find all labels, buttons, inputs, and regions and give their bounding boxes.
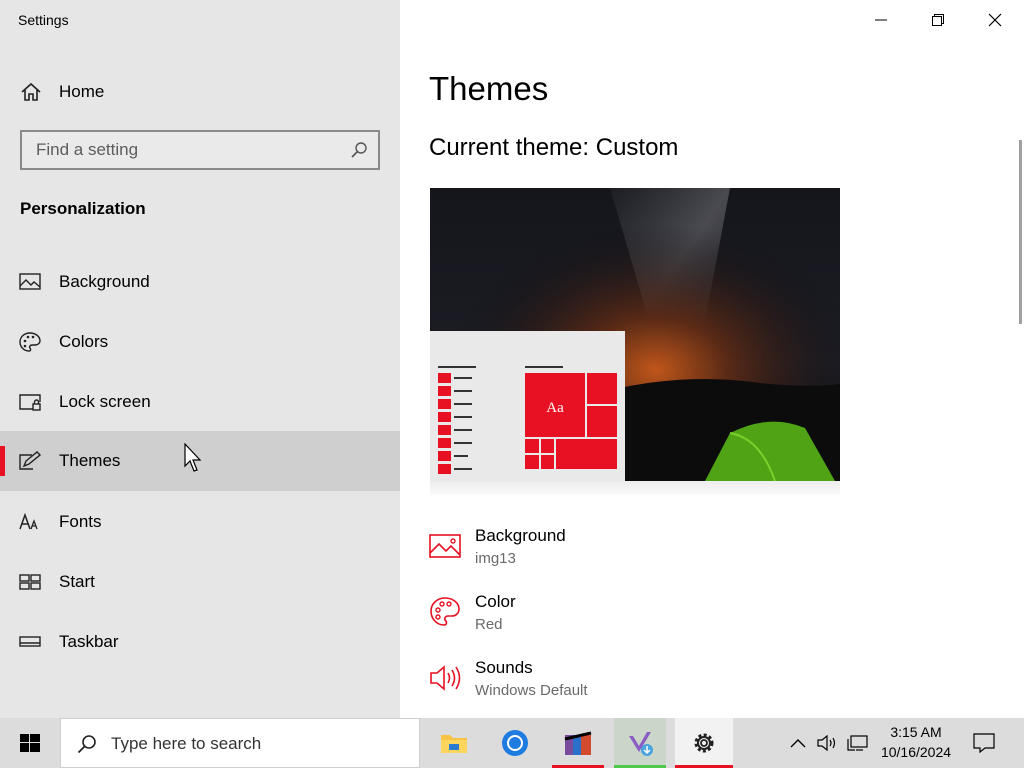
lock-screen-icon bbox=[19, 394, 41, 411]
theme-background-setting[interactable]: Background img13 bbox=[429, 526, 789, 576]
setting-value: img13 bbox=[475, 550, 516, 567]
fonts-icon bbox=[19, 512, 38, 530]
maximize-button[interactable] bbox=[909, 0, 967, 40]
clock-time: 3:15 AM bbox=[890, 724, 942, 740]
sidebar-item-label: Themes bbox=[59, 451, 121, 470]
settings-search-input[interactable] bbox=[22, 132, 342, 168]
palette-icon bbox=[430, 597, 460, 626]
sidebar-item-label: Colors bbox=[59, 332, 109, 351]
taskbar-app-settings[interactable] bbox=[675, 718, 733, 768]
page-title: Themes bbox=[429, 70, 549, 107]
preview-shadow bbox=[430, 481, 840, 495]
network-button[interactable] bbox=[844, 718, 872, 768]
sidebar-item-start[interactable]: Start bbox=[0, 552, 400, 612]
notification-icon bbox=[973, 733, 995, 753]
settings-search-box[interactable] bbox=[20, 130, 380, 170]
sidebar-item-background[interactable]: Background bbox=[0, 252, 400, 312]
sidebar: Settings Home Personalization Background… bbox=[0, 0, 400, 718]
taskbar-search-box[interactable]: Type here to search bbox=[60, 718, 420, 768]
home-icon bbox=[21, 82, 41, 101]
theme-color-setting[interactable]: Color Red bbox=[429, 592, 789, 642]
minimize-icon bbox=[875, 19, 887, 21]
app-title: Settings bbox=[18, 12, 69, 28]
gear-icon bbox=[694, 733, 714, 753]
themes-icon bbox=[19, 451, 41, 470]
home-label: Home bbox=[59, 82, 105, 101]
start-icon bbox=[19, 574, 41, 590]
sidebar-item-fonts[interactable]: Fonts bbox=[0, 492, 400, 552]
search-icon bbox=[77, 735, 96, 754]
taskbar-app-file-explorer[interactable] bbox=[428, 718, 480, 768]
chrome-icon bbox=[502, 730, 528, 756]
volume-icon bbox=[817, 734, 836, 752]
setting-name: Color bbox=[475, 592, 516, 611]
taskbar-app-visual-studio-installer[interactable] bbox=[614, 718, 666, 768]
taskbar: Type here to search 3:15 AM 10/16/2024 bbox=[0, 718, 1024, 768]
setting-value: Red bbox=[475, 616, 503, 633]
taskbar-app-archive[interactable] bbox=[552, 718, 604, 768]
theme-sounds-setting[interactable]: Sounds Windows Default bbox=[429, 658, 789, 708]
scrollbar[interactable] bbox=[1019, 140, 1022, 324]
current-theme-heading: Current theme: Custom bbox=[429, 134, 679, 161]
mouse-cursor-icon bbox=[184, 443, 202, 472]
home-nav-item[interactable]: Home bbox=[0, 70, 400, 114]
visual-studio-icon bbox=[629, 732, 653, 756]
speaker-icon bbox=[430, 665, 461, 691]
theme-preview-image: Aa bbox=[430, 188, 840, 481]
start-button[interactable] bbox=[0, 718, 60, 768]
close-icon bbox=[988, 13, 1002, 27]
chevron-up-icon bbox=[790, 739, 806, 748]
sidebar-item-label: Start bbox=[59, 572, 95, 591]
close-button[interactable] bbox=[966, 0, 1024, 40]
restore-icon bbox=[932, 14, 944, 26]
clock-date: 10/16/2024 bbox=[880, 744, 952, 760]
section-title: Personalization bbox=[20, 199, 146, 218]
minimize-button[interactable] bbox=[852, 0, 910, 40]
sidebar-item-lock-screen[interactable]: Lock screen bbox=[0, 372, 400, 432]
setting-value: Windows Default bbox=[475, 682, 588, 699]
preview-tile-text: Aa bbox=[546, 400, 564, 416]
theme-preview: Aa bbox=[430, 188, 840, 481]
search-icon[interactable] bbox=[350, 141, 368, 159]
network-icon bbox=[847, 735, 868, 751]
taskbar-icon bbox=[19, 636, 41, 647]
show-hidden-icons-button[interactable] bbox=[786, 718, 810, 768]
taskbar-search-placeholder: Type here to search bbox=[111, 734, 262, 753]
sidebar-item-colors[interactable]: Colors bbox=[0, 312, 400, 372]
sidebar-item-label: Fonts bbox=[59, 512, 102, 531]
sidebar-item-label: Background bbox=[59, 272, 150, 291]
sidebar-item-taskbar[interactable]: Taskbar bbox=[0, 612, 400, 672]
active-indicator bbox=[0, 446, 5, 476]
picture-icon bbox=[429, 534, 461, 558]
archive-icon bbox=[564, 731, 592, 755]
sidebar-item-label: Taskbar bbox=[59, 632, 119, 651]
setting-name: Sounds bbox=[475, 658, 533, 677]
main-content: Themes Current theme: Custom Aa Backgrou… bbox=[400, 0, 1024, 718]
taskbar-app-chrome[interactable] bbox=[489, 718, 541, 768]
action-center-button[interactable] bbox=[966, 718, 1002, 768]
folder-icon bbox=[441, 735, 467, 753]
clock[interactable]: 3:15 AM 10/16/2024 bbox=[872, 722, 960, 762]
sidebar-item-label: Lock screen bbox=[59, 392, 151, 411]
palette-icon bbox=[19, 332, 41, 352]
picture-icon bbox=[19, 273, 41, 290]
windows-logo-icon bbox=[20, 734, 40, 752]
setting-name: Background bbox=[475, 526, 566, 545]
volume-button[interactable] bbox=[814, 718, 842, 768]
